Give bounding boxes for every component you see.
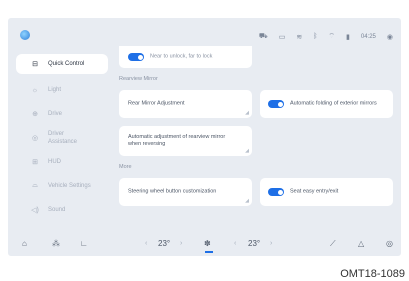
sidebar-item-label: Sound xyxy=(48,207,66,213)
section-more: More xyxy=(119,164,132,170)
fan-icon[interactable]: ✽ xyxy=(204,239,211,248)
steering-button-card[interactable]: Steering wheel button customization ◢ xyxy=(119,178,252,206)
assist-icon: ◎ xyxy=(31,135,39,142)
light-icon: ☼ xyxy=(31,86,39,94)
auto-adjust-reversing-card[interactable]: Automatic adjustment of rearview mirror … xyxy=(119,126,252,156)
sidebar-item-sound[interactable]: ◁) Sound xyxy=(16,198,108,222)
warning-icon[interactable]: △ xyxy=(358,239,364,248)
sidebar-item-label: Light xyxy=(48,87,62,93)
figure-caption: OMT18-1089 xyxy=(340,268,405,280)
proximity-lock-card[interactable]: Near to unlock, far to lock xyxy=(119,46,252,68)
sidebar-item-label: Driver Assistance xyxy=(48,131,78,145)
sidebar-item-driver-assistance[interactable]: ◎ Driver Assistance xyxy=(16,126,108,150)
expand-corner-icon: ◢ xyxy=(245,148,249,154)
left-temp-decrease[interactable]: ‹ xyxy=(145,240,147,247)
sidebar-item-drive[interactable]: ⊕ Drive xyxy=(16,102,108,126)
car-front-icon: ⊟ xyxy=(32,61,38,68)
infotainment-screen: ⛟ ▭ ≋ ᛒ ⌔ ▮ 04:25 ◉ ⊟ Quick Control ☼ Li… xyxy=(8,18,401,256)
sidebar-item-light[interactable]: ☼ Light xyxy=(16,78,108,102)
section-rearview-mirror: Rearview Mirror xyxy=(119,76,158,82)
wireless-icon: ≋ xyxy=(296,33,303,41)
proximity-lock-label: Near to unlock, far to lock xyxy=(150,53,213,60)
profile-icon[interactable]: ◉ xyxy=(387,33,393,41)
auto-adjust-reversing-label: Automatic adjustment of rearview mirror … xyxy=(128,134,226,147)
sidebar-item-label: HUD xyxy=(48,159,61,165)
sidebar-item-quick-control[interactable]: ⊟ Quick Control xyxy=(16,54,108,74)
seat-icon[interactable]: ∟ xyxy=(80,239,88,248)
status-icons: ⛟ ▭ ≋ ᛒ ⌔ ▮ 04:25 ◉ xyxy=(259,32,393,41)
bottom-bar: ⌂ ⁂ ∟ ‹ 23° › ✽ ‹ 23° › ⟋ △ ◎ xyxy=(8,232,401,256)
seat-easy-card[interactable]: Seat easy entry/exit xyxy=(260,178,393,206)
seat-easy-toggle[interactable] xyxy=(268,188,284,196)
signal-icon: ▮ xyxy=(346,33,350,41)
right-temperature: 23° xyxy=(248,239,261,248)
seat-easy-label: Seat easy entry/exit xyxy=(290,188,339,195)
expand-corner-icon: ◢ xyxy=(245,110,249,116)
sidebar-item-label: Vehicle Settings xyxy=(48,183,91,189)
auto-folding-toggle[interactable] xyxy=(268,100,284,108)
sidebar-item-label: Quick Control xyxy=(48,61,85,67)
fan-active-indicator xyxy=(205,251,213,253)
left-temperature: 23° xyxy=(158,239,171,248)
screen-icon[interactable]: ▭ xyxy=(279,33,286,41)
auto-folding-label: Automatic folding of exterior mirrors xyxy=(290,100,377,107)
bluetooth-icon: ᛒ xyxy=(313,33,318,40)
navigation-icon[interactable]: ⟋ xyxy=(330,239,336,249)
assistant-icon[interactable]: ◎ xyxy=(386,239,393,248)
expand-corner-icon: ◢ xyxy=(245,198,249,204)
wifi-icon: ⌔ xyxy=(328,33,336,40)
steering-icon: ⊕ xyxy=(32,111,38,118)
proximity-lock-toggle[interactable] xyxy=(128,53,144,61)
right-temp-decrease[interactable]: ‹ xyxy=(234,240,236,247)
rear-mirror-adjustment-card[interactable]: Rear Mirror Adjustment ◢ xyxy=(119,90,252,118)
right-temp-increase[interactable]: › xyxy=(270,240,272,247)
car-icon[interactable]: ⛟ xyxy=(259,32,268,41)
settings-sidebar: ⊟ Quick Control ☼ Light ⊕ Drive ◎ Driver… xyxy=(16,54,108,222)
left-temp-increase[interactable]: › xyxy=(180,240,182,247)
sidebar-item-vehicle-settings[interactable]: ⌓ Vehicle Settings xyxy=(16,174,108,198)
clock: 04:25 xyxy=(360,33,376,40)
status-bar: ⛟ ▭ ≋ ᛒ ⌔ ▮ 04:25 ◉ xyxy=(8,18,401,48)
sound-icon: ◁) xyxy=(31,207,39,214)
auto-folding-card[interactable]: Automatic folding of exterior mirrors xyxy=(260,90,393,118)
sidebar-item-hud[interactable]: ⊞ HUD xyxy=(16,150,108,174)
apps-icon[interactable]: ⁂ xyxy=(52,239,60,248)
assistant-orb-icon[interactable] xyxy=(20,30,30,40)
hud-icon: ⊞ xyxy=(32,159,38,166)
sidebar-item-label: Drive xyxy=(48,111,63,117)
vehicle-icon: ⌓ xyxy=(32,182,38,189)
rear-mirror-adjustment-label: Rear Mirror Adjustment xyxy=(128,100,185,107)
steering-button-label: Steering wheel button customization xyxy=(128,188,217,195)
home-icon[interactable]: ⌂ xyxy=(22,239,27,248)
